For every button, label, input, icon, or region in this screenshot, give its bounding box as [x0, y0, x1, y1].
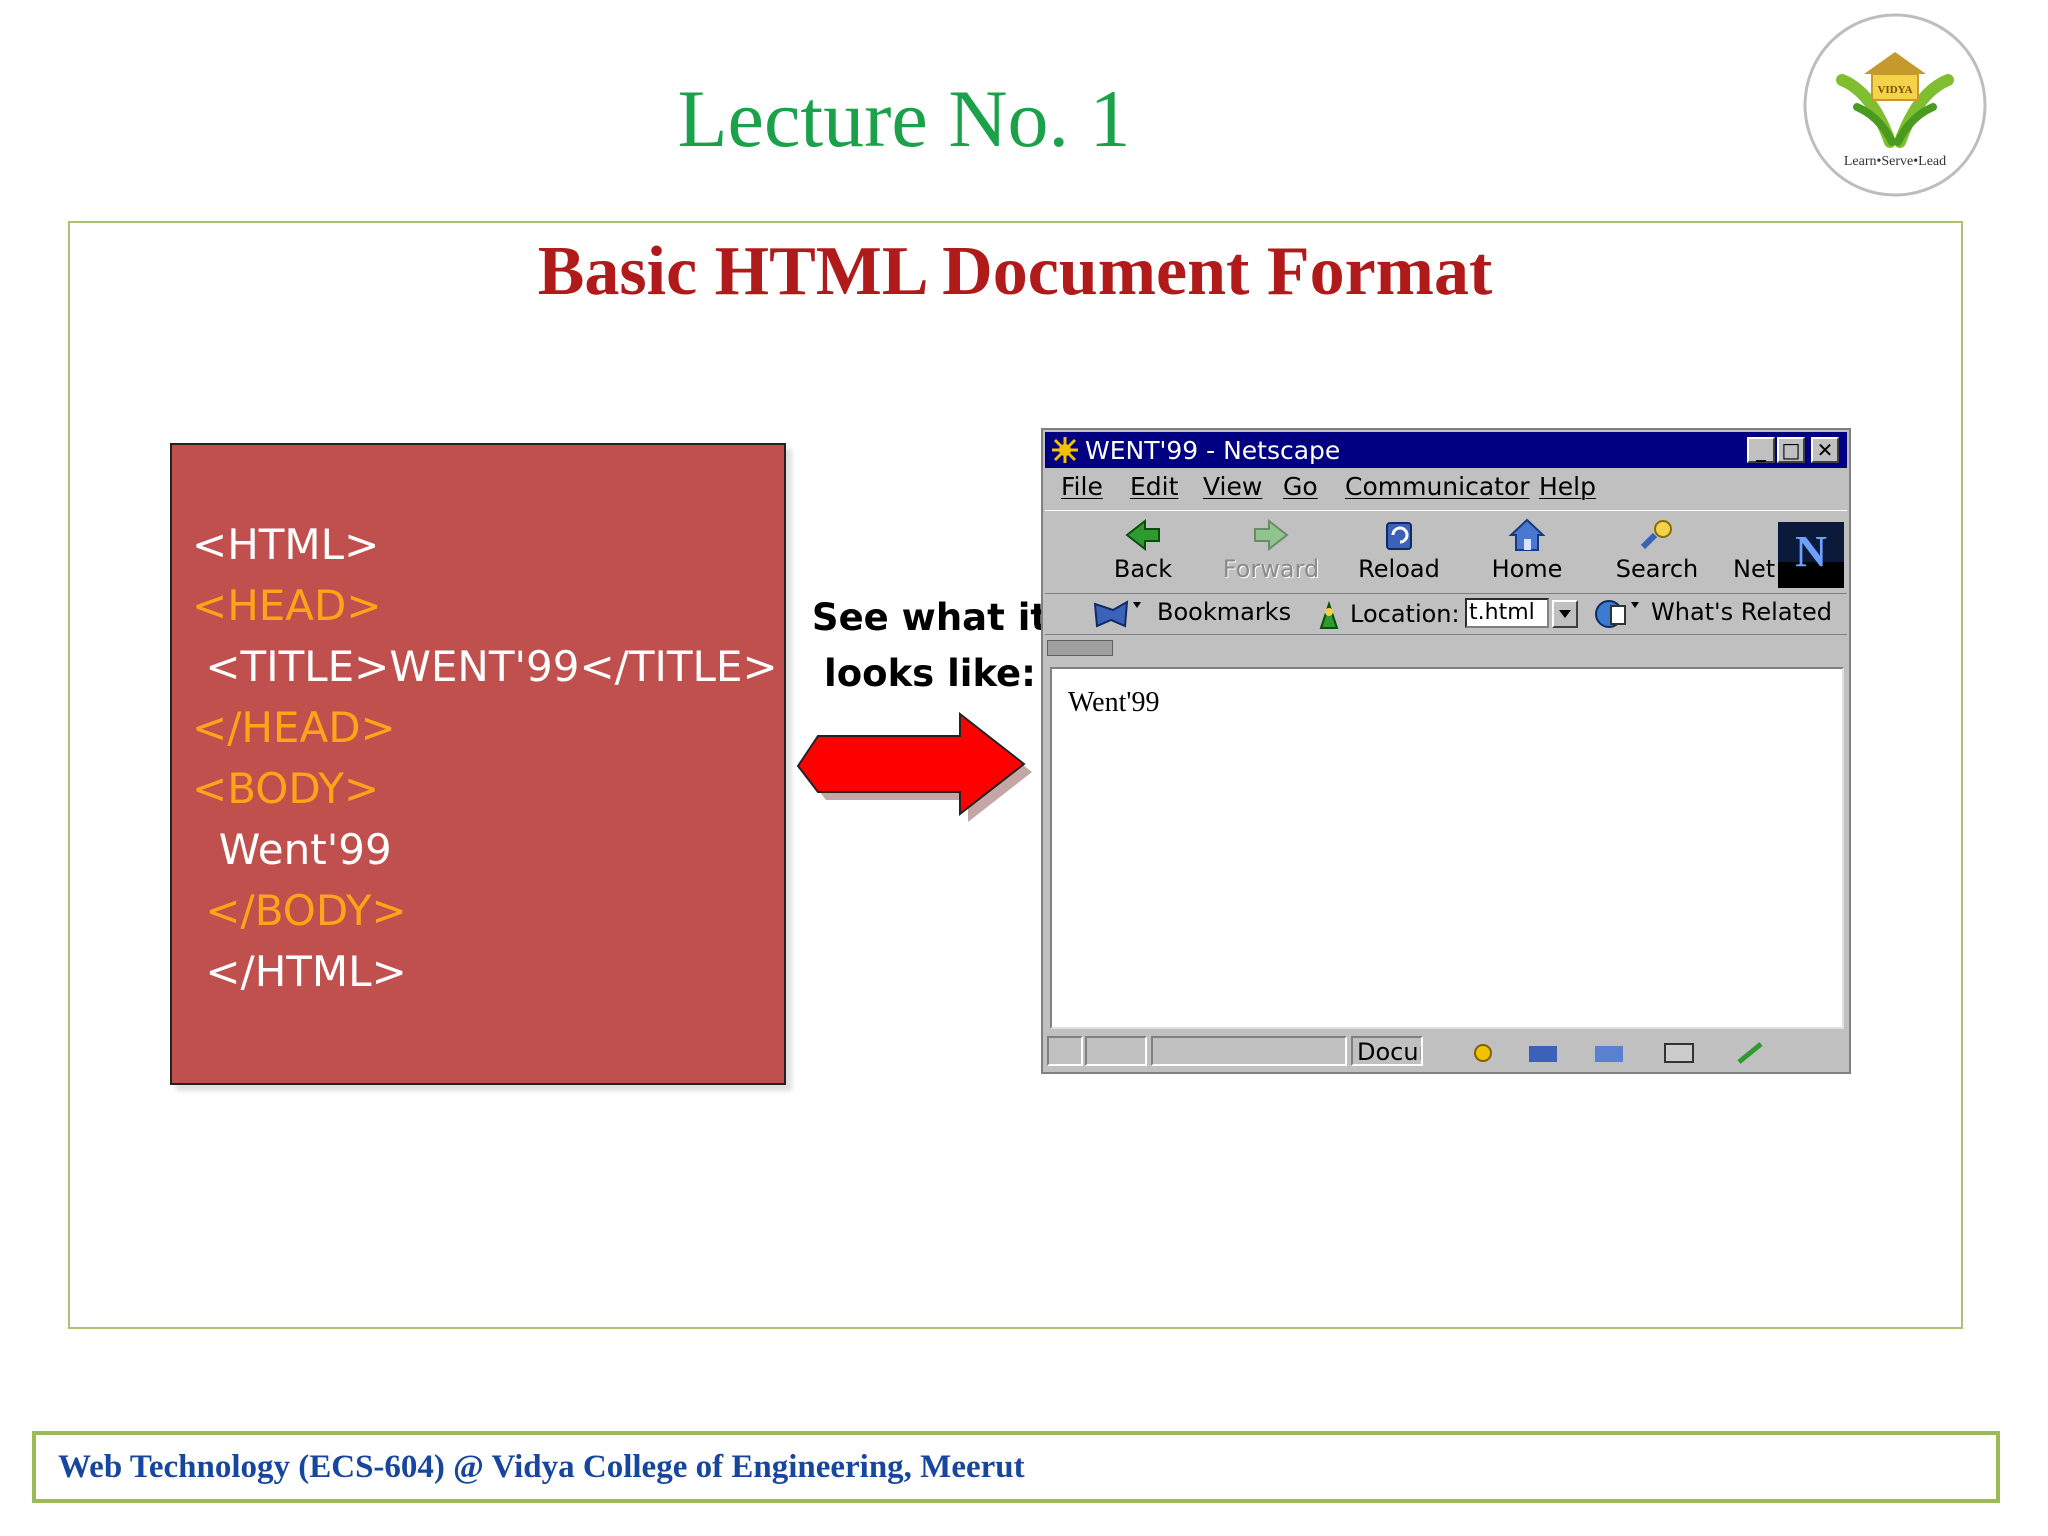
reload-button[interactable]: Reload	[1349, 511, 1449, 593]
logo-name: VIDYA	[1877, 84, 1912, 96]
forward-label: Forward	[1222, 555, 1320, 583]
slide-heading: Basic HTML Document Format	[537, 233, 1493, 310]
code-line-html-open: <HTML>	[192, 520, 380, 569]
whats-related-icon	[1595, 600, 1639, 628]
bookmarks-icon	[1093, 600, 1141, 628]
menu-file[interactable]: File	[1061, 472, 1103, 501]
reload-label: Reload	[1358, 555, 1440, 583]
netscape-label: Net	[1733, 555, 1776, 583]
location-toolbar: Bookmarks Location: t.html What's Relate…	[1045, 594, 1847, 635]
code-line-body-open: <BODY>	[192, 764, 380, 813]
menu-edit[interactable]: Edit	[1130, 472, 1178, 501]
component-bar-icons[interactable]	[1469, 1040, 1809, 1066]
status-text: Docur	[1357, 1038, 1423, 1066]
home-label: Home	[1491, 555, 1563, 583]
code-line-body-close: </BODY>	[192, 886, 407, 935]
caption-line-1: See what it	[811, 596, 1049, 639]
page-body-text: Went'99	[1068, 687, 1160, 718]
location-icon	[1319, 600, 1339, 629]
caption-line-2: looks like:	[824, 652, 1036, 695]
window-titlebar[interactable]: WENT'99 - Netscape _ □ ✕	[1045, 432, 1847, 468]
menu-go[interactable]: Go	[1283, 472, 1318, 501]
location-input[interactable]: t.html	[1465, 598, 1549, 628]
connection-status-icon	[1085, 1036, 1147, 1066]
code-line-head-open: <HEAD>	[192, 581, 382, 630]
right-arrow-icon	[796, 712, 1032, 822]
menu-help[interactable]: Help	[1539, 472, 1596, 501]
code-line-body-content: Went'99	[192, 825, 392, 874]
caption: See what it looks like:	[810, 590, 1050, 702]
status-bar: Docur	[1045, 1032, 1847, 1070]
code-line-title: <TITLE>WENT'99</TITLE>	[192, 642, 778, 691]
menu-bar: File Edit View Go Communicator Help	[1045, 470, 1847, 506]
menu-communicator[interactable]: Communicator	[1345, 472, 1530, 501]
back-button[interactable]: Back	[1093, 511, 1193, 593]
status-text-panel: Docur	[1351, 1036, 1423, 1066]
netscape-window: WENT'99 - Netscape _ □ ✕ File Edit View …	[1041, 428, 1851, 1074]
home-icon	[1508, 518, 1546, 551]
forward-button[interactable]: Forward	[1221, 511, 1321, 593]
progress-panel	[1151, 1036, 1347, 1066]
netscape-wheel-icon	[1052, 437, 1078, 463]
footer: Web Technology (ECS-604) @ Vidya College…	[32, 1431, 2000, 1503]
back-label: Back	[1113, 555, 1173, 583]
code-line-head-close: </HEAD>	[192, 703, 396, 752]
footer-text: Web Technology (ECS-604) @ Vidya College…	[58, 1449, 1025, 1485]
page-content-area[interactable]: Went'99	[1050, 667, 1844, 1029]
chevron-down-icon	[1559, 610, 1571, 618]
bookmarks-button[interactable]: Bookmarks	[1157, 598, 1291, 626]
window-title: WENT'99 - Netscape	[1085, 436, 1341, 465]
location-label: Location:	[1350, 600, 1460, 628]
security-lock-icon[interactable]	[1047, 1036, 1083, 1066]
search-label: Search	[1615, 555, 1699, 583]
college-logo: VIDYA Learn•Serve•Lead	[1803, 13, 1987, 197]
forward-arrow-icon	[1254, 518, 1289, 552]
maximize-button[interactable]: □	[1777, 437, 1805, 463]
menu-view[interactable]: View	[1203, 472, 1262, 501]
reload-icon	[1386, 522, 1412, 550]
back-arrow-icon	[1125, 518, 1160, 552]
home-button[interactable]: Home	[1477, 511, 1577, 593]
logo-tagline: Learn•Serve•Lead	[1844, 154, 1946, 169]
search-button[interactable]: Search	[1607, 511, 1707, 593]
minimize-button[interactable]: _	[1747, 437, 1775, 463]
navigation-toolbar: Back Forward Reload Home Search Net	[1045, 510, 1847, 594]
svg-text:N: N	[1795, 527, 1827, 576]
location-dropdown-button[interactable]	[1552, 600, 1578, 628]
toolbar-grip-tab[interactable]	[1047, 640, 1113, 656]
whats-related-button[interactable]: What's Related	[1651, 598, 1832, 626]
netscape-button[interactable]: Net	[1733, 511, 1777, 593]
lecture-title: Lecture No. 1	[677, 73, 1131, 164]
close-button[interactable]: ✕	[1811, 437, 1839, 463]
search-icon	[1640, 520, 1672, 550]
netscape-icon: N	[1778, 522, 1844, 588]
html-code-box: <HTML> <HEAD> <TITLE>WENT'99</TITLE> </H…	[170, 443, 786, 1085]
code-line-html-close: </HTML>	[192, 947, 407, 996]
